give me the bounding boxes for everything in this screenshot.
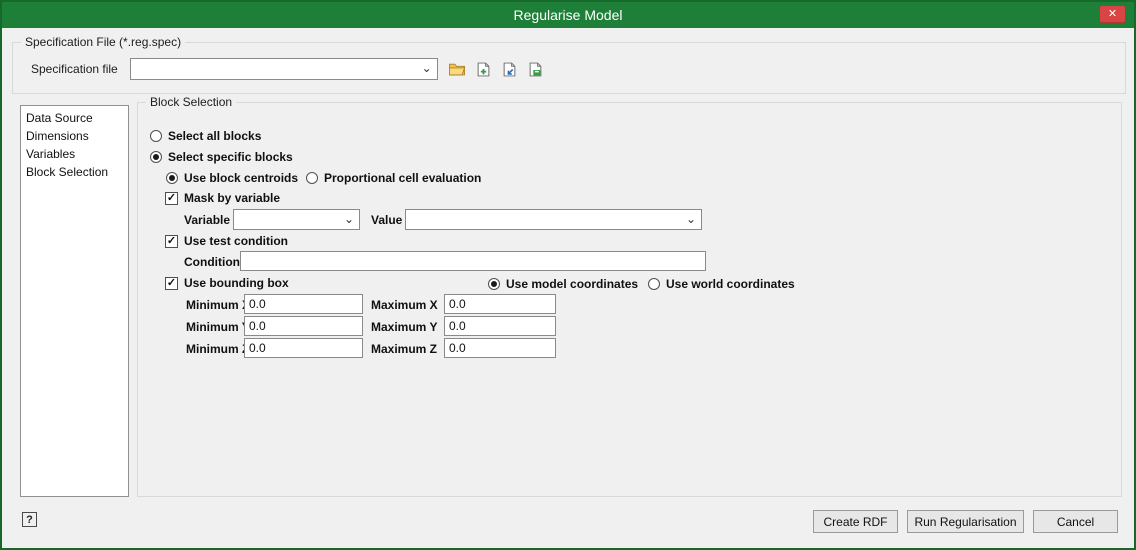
cancel-button[interactable]: Cancel <box>1033 510 1118 533</box>
save-file-icon[interactable] <box>526 60 545 78</box>
close-icon: ✕ <box>1108 6 1117 22</box>
minimum-z-input[interactable] <box>244 338 363 358</box>
title-bar[interactable]: Regularise Model ✕ <box>2 2 1134 28</box>
specification-file-row: Specification file ⌄ <box>31 58 545 80</box>
use-block-centroids-radio[interactable]: Use block centroids <box>166 170 298 186</box>
sidebar-item-block-selection[interactable]: Block Selection <box>21 163 128 181</box>
maximum-z-label: Maximum Z <box>371 342 437 356</box>
select-specific-blocks-label: Select specific blocks <box>168 150 293 164</box>
sidebar-item-data-source[interactable]: Data Source <box>21 109 128 127</box>
select-all-blocks-label: Select all blocks <box>168 129 261 143</box>
question-mark-icon: ? <box>26 514 33 526</box>
maximum-z-input[interactable] <box>444 338 556 358</box>
minimum-y-label: Minimum Y <box>186 320 250 334</box>
run-regularisation-button[interactable]: Run Regularisation <box>907 510 1024 533</box>
specification-file-label: Specification file <box>31 62 118 76</box>
sidebar-item-dimensions[interactable]: Dimensions <box>21 127 128 145</box>
specification-file-group: Specification File (*.reg.spec) Specific… <box>12 42 1126 94</box>
import-file-icon[interactable] <box>500 60 519 78</box>
help-button[interactable]: ? <box>22 512 37 527</box>
maximum-y-input[interactable] <box>444 316 556 336</box>
chevron-down-icon: ⌄ <box>686 213 696 225</box>
checkbox-icon <box>165 235 178 248</box>
select-all-blocks-radio[interactable]: Select all blocks <box>150 128 261 144</box>
block-selection-group-title: Block Selection <box>146 95 236 109</box>
minimum-x-label: Minimum X <box>186 298 250 312</box>
maximum-x-input[interactable] <box>444 294 556 314</box>
use-bounding-box-label: Use bounding box <box>184 276 289 290</box>
window-title: Regularise Model <box>514 7 623 23</box>
sidebar-item-variables[interactable]: Variables <box>21 145 128 163</box>
use-bounding-box-checkbox[interactable]: Use bounding box <box>165 275 289 291</box>
radio-icon <box>150 130 162 142</box>
proportional-cell-evaluation-radio[interactable]: Proportional cell evaluation <box>306 170 481 186</box>
use-world-coordinates-label: Use world coordinates <box>666 277 795 291</box>
radio-icon <box>306 172 318 184</box>
minimum-x-input[interactable] <box>244 294 363 314</box>
specification-file-combobox[interactable]: ⌄ <box>130 58 438 80</box>
checkbox-icon <box>165 192 178 205</box>
specification-file-group-title: Specification File (*.reg.spec) <box>21 35 185 49</box>
checkbox-icon <box>165 277 178 290</box>
maximum-x-label: Maximum X <box>371 298 438 312</box>
use-test-condition-checkbox[interactable]: Use test condition <box>165 233 288 249</box>
use-model-coordinates-label: Use model coordinates <box>506 277 638 291</box>
condition-input[interactable] <box>240 251 706 271</box>
value-label: Value <box>371 213 402 227</box>
use-block-centroids-label: Use block centroids <box>184 171 298 185</box>
page-list: Data Source Dimensions Variables Block S… <box>20 105 129 497</box>
value-combobox[interactable]: ⌄ <box>405 209 702 230</box>
use-world-coordinates-radio[interactable]: Use world coordinates <box>648 276 795 292</box>
radio-icon <box>150 151 162 163</box>
open-folder-icon[interactable] <box>448 60 467 78</box>
use-test-condition-label: Use test condition <box>184 234 288 248</box>
chevron-down-icon: ⌄ <box>422 62 432 74</box>
close-button[interactable]: ✕ <box>1099 5 1126 23</box>
specification-file-toolbar <box>448 60 545 78</box>
use-model-coordinates-radio[interactable]: Use model coordinates <box>488 276 638 292</box>
radio-icon <box>648 278 660 290</box>
minimum-z-label: Minimum Z <box>186 342 249 356</box>
minimum-y-input[interactable] <box>244 316 363 336</box>
new-file-icon[interactable] <box>474 60 493 78</box>
select-specific-blocks-radio[interactable]: Select specific blocks <box>150 149 293 165</box>
radio-icon <box>166 172 178 184</box>
mask-by-variable-checkbox[interactable]: Mask by variable <box>165 190 280 206</box>
radio-icon <box>488 278 500 290</box>
maximum-y-label: Maximum Y <box>371 320 437 334</box>
create-rdf-button[interactable]: Create RDF <box>813 510 898 533</box>
regularise-model-dialog: Regularise Model ✕ Specification File (*… <box>0 0 1136 550</box>
variable-label: Variable <box>184 213 230 227</box>
chevron-down-icon: ⌄ <box>344 213 354 225</box>
variable-combobox[interactable]: ⌄ <box>233 209 360 230</box>
condition-label: Condition <box>184 255 240 269</box>
proportional-cell-evaluation-label: Proportional cell evaluation <box>324 171 481 185</box>
block-selection-group: Block Selection Select all blocks Select… <box>137 102 1122 497</box>
mask-by-variable-label: Mask by variable <box>184 191 280 205</box>
